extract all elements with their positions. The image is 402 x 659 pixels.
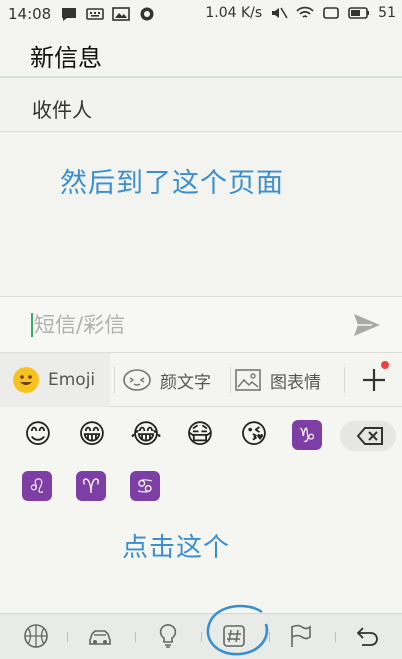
tab-sticker[interactable]: 图表情 (232, 353, 342, 407)
emoji-kiss[interactable]: 😘 (238, 419, 270, 451)
notification-dot (381, 361, 389, 369)
tab-kaomoji[interactable]: 颜文字 (118, 353, 228, 407)
back-icon[interactable] (354, 622, 382, 650)
tab-kaomoji-label: 颜文字 (160, 372, 211, 393)
mute-icon (272, 7, 288, 19)
recipient-label: 收件人 (32, 98, 92, 122)
network-speed: 1.04 K/s (205, 5, 263, 21)
battery-icon (348, 7, 370, 19)
message-icon (62, 8, 76, 21)
flag-icon[interactable] (286, 622, 314, 650)
image-icon (112, 7, 130, 21)
basketball-icon[interactable] (22, 622, 50, 650)
tab-emoji[interactable]: Emoji (0, 353, 110, 407)
wifi-icon (296, 6, 314, 18)
text-cursor (31, 313, 33, 337)
send-icon[interactable] (352, 311, 382, 339)
emoji-grin[interactable]: 😁 (76, 419, 108, 451)
emoji-mask[interactable]: 😷 (184, 419, 216, 451)
app-icon (140, 7, 154, 21)
emoji-smile[interactable]: 😊 (22, 419, 54, 451)
kaomoji-icon (123, 369, 151, 391)
car-icon[interactable] (86, 622, 114, 650)
window-icon (323, 7, 339, 19)
emoji-capricorn[interactable]: ♑ (292, 420, 322, 450)
backspace-button[interactable] (340, 421, 396, 451)
recipient-field[interactable]: 收件人 (0, 80, 402, 132)
tab-emoji-label: Emoji (48, 370, 96, 390)
keyboard-icon (86, 8, 104, 20)
annotation-bottom: 点击这个 (122, 533, 231, 563)
emoji-category-bar (0, 604, 402, 659)
annotation-top: 然后到了这个页面 (60, 168, 284, 199)
message-area: 然后到了这个页面 (0, 133, 402, 296)
emoji-leo[interactable]: ♌ (22, 471, 52, 501)
status-time: 14:08 (8, 5, 52, 23)
smile-emoji-icon (13, 367, 39, 393)
title-bar: 新信息 (0, 30, 402, 78)
message-input[interactable] (34, 310, 314, 340)
status-bar: 14:08 1.04 K/s 51 (0, 0, 402, 30)
bulb-icon[interactable] (154, 622, 182, 650)
emoji-tears-of-joy[interactable]: 😂 (130, 419, 162, 451)
backspace-icon (356, 427, 383, 445)
compose-bar (0, 296, 402, 352)
battery-level: 51 (378, 5, 396, 21)
picture-sticker-icon (235, 369, 261, 391)
highlight-circle (206, 604, 269, 656)
page-title: 新信息 (30, 44, 102, 72)
emoji-panel: 😊 😁 😂 😷 😘 ♑ ♌ ♈ ♋ 点击这个 (0, 407, 402, 613)
emoji-aries[interactable]: ♈ (76, 471, 106, 501)
plus-icon (363, 369, 385, 391)
add-emoji-button[interactable] (346, 353, 402, 407)
emoji-cancer[interactable]: ♋ (130, 471, 160, 501)
emoji-tabs: Emoji 颜文字 图表情 (0, 352, 402, 407)
tab-sticker-label: 图表情 (270, 372, 321, 393)
